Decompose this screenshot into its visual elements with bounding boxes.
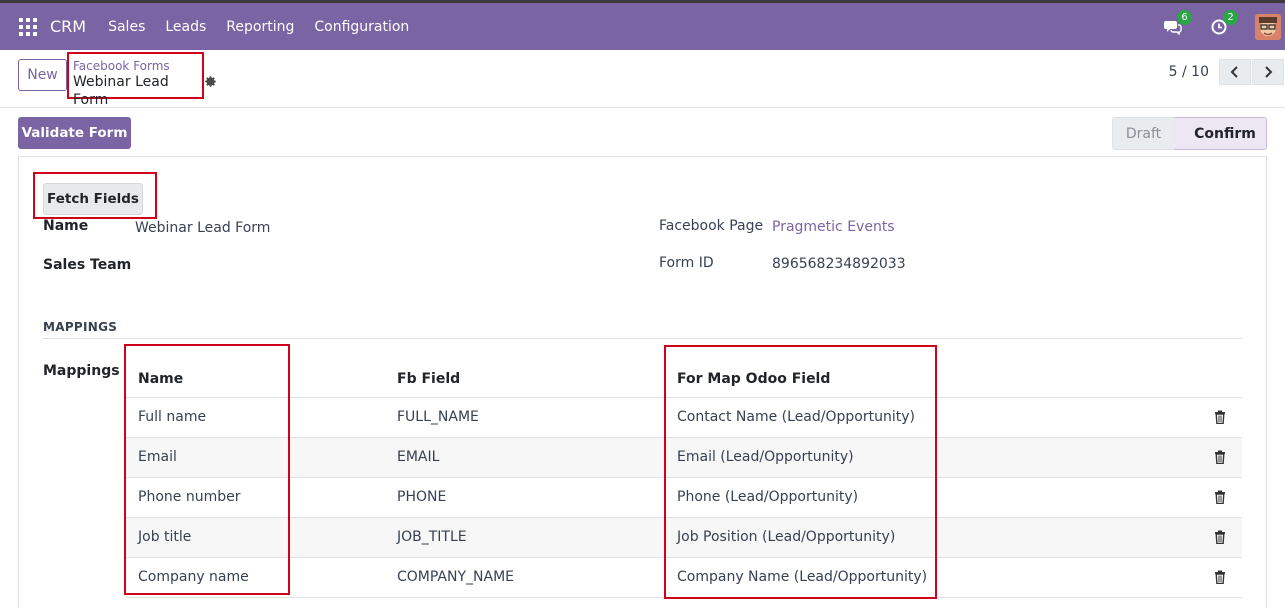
messages-count-badge: 6 — [1177, 9, 1192, 25]
menu-reporting[interactable]: Reporting — [226, 19, 294, 35]
cell-name: Company name — [138, 569, 249, 585]
facebook-page-link[interactable]: Pragmetic Events — [772, 219, 895, 235]
fetch-fields-button[interactable]: Fetch Fields — [43, 183, 143, 215]
cell-odoo-field: Email (Lead/Opportunity) — [677, 449, 854, 465]
menu-leads[interactable]: Leads — [165, 19, 206, 35]
new-button[interactable]: New — [18, 59, 67, 91]
apps-grid-icon[interactable] — [19, 17, 37, 36]
table-header: Name Fb Field For Map Odoo Field — [126, 358, 1242, 398]
pager-value[interactable]: 5 / 10 — [1169, 64, 1209, 80]
activities-button[interactable]: 2 — [1209, 9, 1238, 37]
cell-fb-field: EMAIL — [397, 449, 440, 465]
cell-name: Email — [138, 449, 177, 465]
form-id-label: Form ID — [659, 255, 714, 271]
cell-odoo-field: Phone (Lead/Opportunity) — [677, 489, 859, 505]
cell-name: Phone number — [138, 489, 241, 505]
mappings-label: Mappings — [43, 363, 120, 379]
table-body: Full name FULL_NAME Contact Name (Lead/O… — [126, 398, 1242, 598]
stage-confirm[interactable]: Confirm — [1166, 117, 1267, 150]
table-row[interactable]: Job title JOB_TITLE Job Position (Lead/O… — [126, 518, 1242, 558]
table-row[interactable]: Company name COMPANY_NAME Company Name (… — [126, 558, 1242, 598]
column-header-fb-field[interactable]: Fb Field — [397, 371, 460, 387]
table-row[interactable]: Phone number PHONE Phone (Lead/Opportuni… — [126, 478, 1242, 518]
cell-fb-field: COMPANY_NAME — [397, 569, 514, 585]
mappings-table: Name Fb Field For Map Odoo Field Full na… — [126, 358, 1242, 598]
table-row[interactable]: Full name FULL_NAME Contact Name (Lead/O… — [126, 398, 1242, 438]
name-label: Name — [43, 218, 89, 234]
menu-configuration[interactable]: Configuration — [314, 19, 409, 35]
cell-fb-field: JOB_TITLE — [397, 529, 467, 545]
status-bar: Draft Confirm — [1112, 117, 1267, 150]
trash-icon[interactable] — [1214, 570, 1226, 584]
breadcrumb-parent-link[interactable]: Facebook Forms — [73, 59, 198, 73]
trash-icon[interactable] — [1214, 450, 1226, 464]
pager-prev-button[interactable] — [1219, 59, 1251, 85]
control-panel: New Facebook Forms Webinar Lead Form 5 /… — [0, 50, 1285, 108]
pager-next-button[interactable] — [1252, 59, 1284, 85]
cell-odoo-field: Contact Name (Lead/Opportunity) — [677, 409, 915, 425]
column-header-name[interactable]: Name — [138, 371, 183, 387]
cell-fb-field: FULL_NAME — [397, 409, 479, 425]
mappings-section-title: MAPPINGS — [43, 320, 118, 334]
top-navbar: CRM Sales Leads Reporting Configuration … — [0, 0, 1285, 50]
cell-fb-field: PHONE — [397, 489, 447, 505]
pager: 5 / 10 — [1169, 59, 1285, 85]
cell-name: Full name — [138, 409, 207, 425]
facebook-page-label: Facebook Page — [659, 218, 764, 234]
app-brand[interactable]: CRM — [50, 17, 86, 36]
section-divider — [43, 338, 1242, 339]
cell-name: Job title — [138, 529, 192, 545]
breadcrumb: Facebook Forms Webinar Lead Form — [67, 52, 204, 108]
cell-odoo-field: Company Name (Lead/Opportunity) — [677, 569, 928, 585]
user-avatar[interactable] — [1255, 13, 1281, 40]
gear-icon[interactable] — [204, 75, 217, 88]
chevron-left-icon — [1230, 66, 1238, 78]
form-id-field[interactable]: 896568234892033 — [772, 256, 906, 272]
column-header-odoo-field[interactable]: For Map Odoo Field — [677, 371, 830, 387]
breadcrumb-current: Webinar Lead Form — [73, 74, 169, 108]
cell-odoo-field: Job Position (Lead/Opportunity) — [677, 529, 896, 545]
table-row[interactable]: Email EMAIL Email (Lead/Opportunity) — [126, 438, 1242, 478]
trash-icon[interactable] — [1214, 530, 1226, 544]
stage-draft[interactable]: Draft — [1112, 117, 1174, 150]
chevron-right-icon — [1265, 66, 1273, 78]
activities-count-badge: 2 — [1223, 9, 1238, 25]
sales-team-label: Sales Team — [43, 257, 132, 273]
trash-icon[interactable] — [1214, 410, 1226, 424]
messages-button[interactable]: 6 — [1163, 9, 1192, 37]
trash-icon[interactable] — [1214, 490, 1226, 504]
name-field[interactable]: Webinar Lead Form — [135, 220, 270, 236]
validate-form-button[interactable]: Validate Form — [18, 117, 131, 149]
menu-sales[interactable]: Sales — [108, 19, 145, 35]
